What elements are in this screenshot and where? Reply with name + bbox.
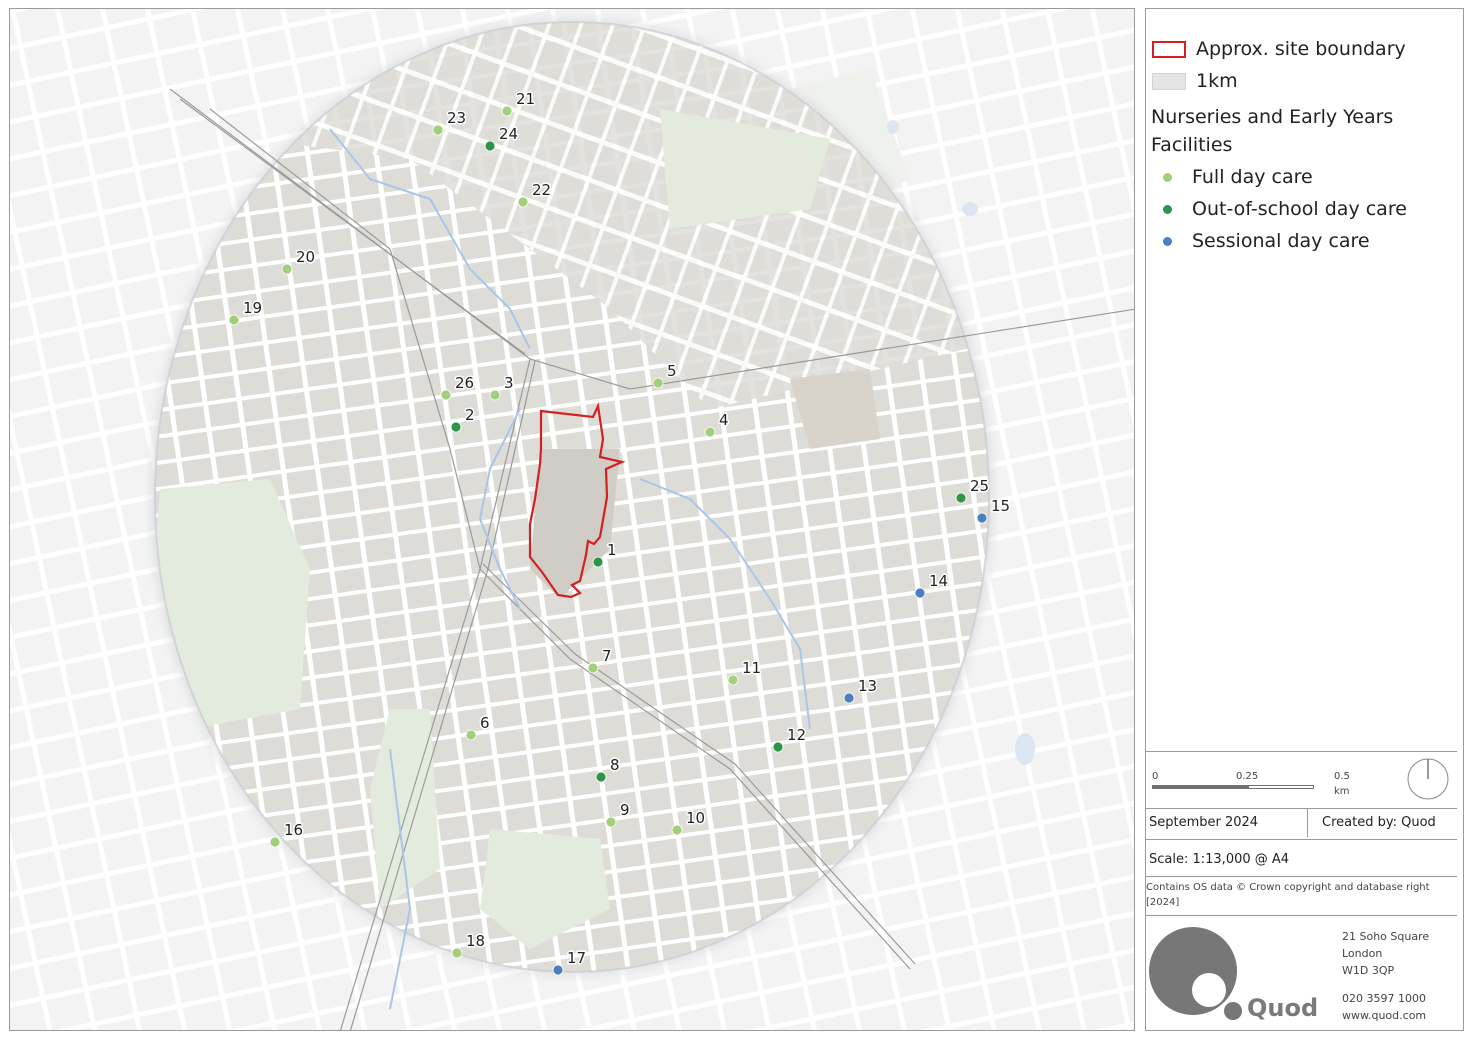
facility-point-6[interactable] [465,729,477,741]
facility-point-20[interactable] [281,263,293,275]
facility-label-9: 9 [620,801,630,819]
facility-point-17[interactable] [552,964,564,976]
facility-label-22: 22 [532,181,551,199]
facility-point-22[interactable] [517,196,529,208]
north-arrow-icon [1407,758,1449,800]
sessional-label: Sessional day care [1192,230,1370,252]
date-text: September 2024 [1149,815,1259,830]
scale-tick-2: 0.5 km [1334,771,1350,797]
facility-point-14[interactable] [914,587,926,599]
facility-point-8[interactable] [595,771,607,783]
pond [962,202,978,216]
address-line-2: London [1342,947,1383,960]
facility-label-8: 8 [610,756,620,774]
facility-point-4[interactable] [704,426,716,438]
divider [1146,839,1457,840]
facility-point-12[interactable] [772,741,784,753]
facility-label-13: 13 [858,677,877,695]
scale-tick-0: 0 [1152,771,1159,782]
facility-label-25: 25 [970,477,989,495]
facility-label-6: 6 [480,714,490,732]
facility-label-16: 16 [284,821,303,839]
facility-label-10: 10 [686,809,705,827]
divider [1146,751,1457,752]
facility-point-16[interactable] [269,836,281,848]
copyright-line-2: [2024] [1146,897,1180,908]
facility-label-7: 7 [602,647,612,665]
company-name: Quod [1247,994,1319,1022]
legend-full-day-row: Full day care [1146,166,1313,188]
facility-label-21: 21 [516,90,535,108]
address-line-3: W1D 3QP [1342,964,1395,977]
website-link[interactable]: www.quod.com [1342,1007,1426,1024]
buffer-swatch [1152,72,1186,90]
facility-point-13[interactable] [843,692,855,704]
facility-point-23[interactable] [432,124,444,136]
divider [1146,876,1457,877]
facility-point-24[interactable] [484,140,496,152]
address-line-1: 21 Soho Square [1342,930,1430,943]
copyright-line-1: Contains OS data © Crown copyright and d… [1146,882,1430,893]
facility-point-10[interactable] [671,824,683,836]
facility-point-15[interactable] [976,512,988,524]
scale-tick-1: 0.25 [1236,771,1259,782]
facility-point-9[interactable] [605,816,617,828]
full-day-care-dot [1163,172,1172,182]
facility-label-26: 26 [455,374,474,392]
facility-label-24: 24 [499,125,518,143]
facility-label-11: 11 [742,659,761,677]
facility-label-18: 18 [466,932,485,950]
facility-point-3[interactable] [489,389,501,401]
legend-boundary-row: Approx. site boundary [1152,38,1406,60]
facility-point-19[interactable] [228,314,240,326]
facility-point-2[interactable] [450,421,462,433]
facility-label-20: 20 [296,248,315,266]
facility-label-1: 1 [607,541,617,559]
buffer-label: 1km [1196,70,1238,92]
facility-label-5: 5 [667,362,677,380]
pond [1015,733,1035,765]
boundary-swatch [1152,40,1186,58]
legend-panel: Approx. site boundary 1km Nurseries and … [1145,8,1464,1031]
facility-point-26[interactable] [440,389,452,401]
scale-text: Scale: 1:13,000 @ A4 [1149,852,1290,867]
out-of-school-label: Out-of-school day care [1192,198,1407,220]
pond [887,120,899,134]
map-canvas[interactable]: 123456789 1011121314151617181920212223242… [10,9,1135,1031]
facility-point-5[interactable] [652,377,664,389]
facility-point-25[interactable] [955,492,967,504]
legend-out-of-school-row: Out-of-school day care [1146,198,1407,220]
facility-point-11[interactable] [727,674,739,686]
boundary-label: Approx. site boundary [1196,38,1406,60]
legend-buffer-row: 1km [1152,70,1238,92]
divider [1146,808,1457,809]
facility-label-4: 4 [719,411,729,429]
facility-point-21[interactable] [501,105,513,117]
facility-label-19: 19 [243,299,262,317]
facility-label-15: 15 [991,497,1010,515]
full-day-care-label: Full day care [1192,166,1313,188]
divider [1307,809,1308,837]
created-by-text: Created by: Quod [1322,815,1436,830]
facility-label-17: 17 [567,949,586,967]
sessional-dot [1163,236,1172,246]
legend-heading: Nurseries and Early Years Facilities [1151,106,1394,156]
out-of-school-dot [1163,204,1172,214]
divider [1146,915,1457,916]
phone-number: 020 3597 1000 [1342,992,1426,1005]
facility-label-14: 14 [929,572,948,590]
map-area[interactable]: 1 2 3 4 5 6 7 8 9 10 11 12 13 14 15 16 17 18 19 20 21 22 23 24 2… [9,8,1135,1031]
facility-label-3: 3 [504,374,514,392]
facility-label-12: 12 [787,726,806,744]
facility-point-1[interactable] [592,556,604,568]
facility-label-2: 2 [465,406,475,424]
facility-point-18[interactable] [451,947,463,959]
legend-sessional-row: Sessional day care [1146,230,1370,252]
facility-point-7[interactable] [587,662,599,674]
scale-bar: 0 0.25 0.5 km [1152,771,1350,797]
facility-label-23: 23 [447,109,466,127]
